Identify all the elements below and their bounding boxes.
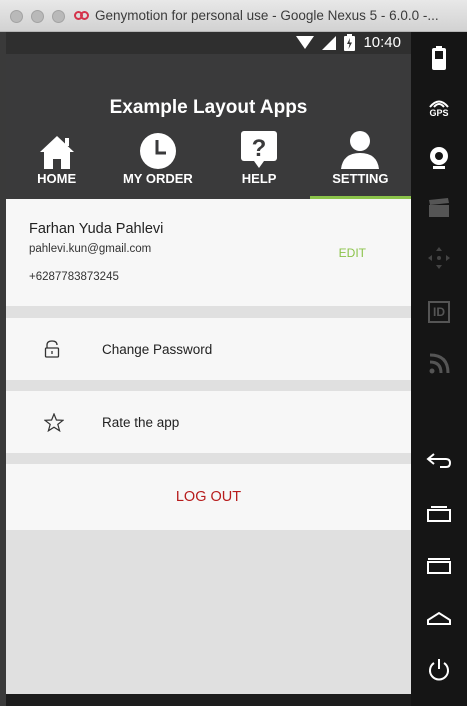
clock-icon [139, 129, 176, 169]
signal-icon [322, 35, 337, 50]
star-icon [44, 391, 64, 453]
tab-my-order-label: MY ORDER [122, 171, 193, 186]
phone-bottom-edge [6, 694, 411, 706]
profile-card: Farhan Yuda Pahlevi pahlevi.kun@gmail.co… [6, 199, 411, 306]
battery-icon[interactable] [411, 38, 467, 78]
user-icon [341, 129, 380, 169]
tab-help[interactable]: ? HELP [209, 129, 310, 199]
phone-screen: 10:40 Example Layout Apps HOME MY ORDER … [6, 32, 411, 694]
rate-app-label: Rate the app [102, 414, 180, 430]
logout-button[interactable]: LOG OUT [6, 464, 411, 530]
status-time: 10:40 [363, 34, 401, 51]
gps-label: GPS [429, 108, 449, 118]
status-icons: 10:40 [296, 34, 401, 51]
tab-home-label: HOME [37, 171, 77, 186]
tab-home[interactable]: HOME [6, 129, 107, 199]
help-icon: ? [241, 129, 278, 169]
back-icon[interactable] [411, 440, 467, 480]
rate-app-row[interactable]: Rate the app [6, 391, 411, 453]
profile-email: pahlevi.kun@gmail.com [29, 243, 152, 255]
home-icon [39, 129, 75, 169]
logout-row[interactable]: LOG OUT [6, 464, 411, 530]
window-title-area: Genymotion for personal use - Google Nex… [74, 8, 439, 23]
network-icon[interactable] [411, 344, 467, 384]
change-password-label: Change Password [102, 341, 213, 357]
power-icon[interactable] [411, 650, 467, 690]
genymotion-sidebar: GPS ID [411, 32, 467, 706]
dpad-icon[interactable] [411, 238, 467, 278]
wifi-icon [296, 35, 315, 49]
edit-profile-button[interactable]: EDIT [339, 246, 366, 260]
tab-my-order[interactable]: MY ORDER [107, 129, 208, 199]
profile-name: Farhan Yuda Pahlevi [29, 221, 164, 237]
status-bar: 10:40 [6, 32, 411, 54]
id-label: ID [428, 301, 450, 323]
window-title: Genymotion for personal use - Google Nex… [95, 8, 439, 23]
tab-help-label: HELP [241, 171, 277, 186]
battery-charging-icon [344, 34, 356, 51]
zoom-window-button[interactable] [52, 10, 65, 23]
app-bar: Example Layout Apps HOME MY ORDER ? HELP [6, 54, 411, 199]
id-icon[interactable]: ID [411, 292, 467, 332]
close-window-button[interactable] [10, 10, 23, 23]
menu-icon[interactable] [411, 546, 467, 586]
home-icon[interactable] [411, 598, 467, 638]
genymotion-logo-icon [74, 10, 90, 21]
lock-icon [44, 318, 60, 380]
svg-text:?: ? [252, 135, 267, 162]
minimize-window-button[interactable] [31, 10, 44, 23]
recent-apps-icon[interactable] [411, 494, 467, 534]
tab-bar: HOME MY ORDER ? HELP SETTING [6, 129, 411, 199]
app-title: Example Layout Apps [109, 97, 308, 118]
profile-phone: +6287783873245 [29, 271, 119, 283]
window-controls [10, 10, 65, 23]
change-password-row[interactable]: Change Password [6, 318, 411, 380]
tab-setting-label: SETTING [332, 171, 389, 186]
clapperboard-icon[interactable] [411, 188, 467, 228]
window-titlebar: Genymotion for personal use - Google Nex… [0, 0, 467, 32]
gps-icon[interactable]: GPS [411, 88, 467, 128]
webcam-icon[interactable] [411, 138, 467, 178]
tab-setting[interactable]: SETTING [309, 129, 411, 199]
